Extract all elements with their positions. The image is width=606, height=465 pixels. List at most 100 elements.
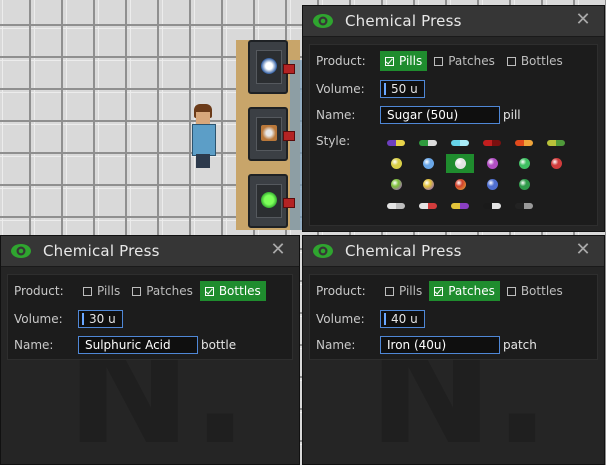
style-swatch-pill-round-green-purple-icon[interactable] — [382, 175, 410, 194]
pill-round-red-icon — [550, 158, 562, 169]
style-swatch-pill-capsule-cyan-icon[interactable] — [446, 133, 474, 152]
close-icon[interactable]: ✕ — [574, 241, 592, 259]
style-swatch-pill-capsule-purple-yellow-icon[interactable] — [382, 133, 410, 152]
style-swatch-pill-capsule-yellow-purple-icon[interactable] — [446, 196, 474, 215]
name-label: Name: — [316, 108, 356, 122]
pipe-connector — [283, 64, 295, 74]
style-swatch-pill-round-white-icon[interactable] — [446, 154, 474, 173]
bottle-press-icon — [261, 192, 277, 208]
style-swatch-pill-round-yellow-icon[interactable] — [382, 154, 410, 173]
product-label: Product: — [316, 54, 366, 68]
product-option-patches[interactable]: Patches — [127, 281, 198, 301]
checkbox-icon — [385, 286, 394, 296]
close-icon[interactable]: ✕ — [574, 11, 592, 29]
style-swatch-pill-capsule-red-orange-icon[interactable] — [510, 133, 538, 152]
volume-row: Volume: 30 u — [14, 309, 123, 329]
product-option-pills[interactable]: Pills — [380, 281, 427, 301]
option-label: Pills — [399, 284, 423, 298]
chem-press-machine-2[interactable] — [248, 107, 295, 161]
style-swatch-pill-capsule-yellow-green-icon[interactable] — [542, 133, 570, 152]
option-label: Patches — [448, 54, 495, 68]
style-swatch-pill-capsule-white-icon[interactable] — [382, 196, 410, 215]
name-row: Name: Sugar (50u) pill — [316, 105, 521, 125]
style-swatch-pill-capsule-red-icon[interactable] — [478, 133, 506, 152]
product-option-pills[interactable]: Pills — [380, 51, 428, 71]
chem-press-machine-3[interactable] — [248, 174, 295, 228]
eye-icon[interactable] — [311, 239, 335, 263]
character-legs — [196, 154, 210, 168]
checkbox-icon — [506, 56, 516, 66]
style-swatch-pill-round-purple-icon[interactable] — [478, 154, 506, 173]
pill-capsule-purple-yellow-icon — [387, 139, 405, 146]
style-swatch-pill-capsule-white-red-icon[interactable] — [414, 196, 442, 215]
settings-panel: Product: Pills Patches Bottles Volume: 5… — [309, 44, 598, 226]
eye-icon[interactable] — [311, 9, 335, 33]
name-row: Name: Sulphuric Acid bottle — [14, 335, 236, 355]
pill-round-blue-dark-icon — [486, 179, 498, 190]
pill-capsule-cyan-icon — [451, 139, 469, 146]
product-row: Product: Pills Patches Bottles — [316, 281, 568, 301]
checkbox-icon — [434, 56, 444, 66]
volume-label: Volume: — [316, 312, 365, 326]
product-option-patches[interactable]: Patches — [429, 51, 500, 71]
name-label: Name: — [14, 338, 54, 352]
name-input[interactable]: Sulphuric Acid — [78, 336, 198, 354]
product-option-bottles[interactable]: Bottles — [502, 281, 568, 301]
style-swatch-pill-round-green-dark-icon[interactable] — [510, 175, 538, 194]
chemical-press-window-bottles: N. Chemical Press ✕ Product: Pills Patch… — [0, 235, 300, 465]
product-option-bottles[interactable]: Bottles — [502, 51, 568, 71]
product-option-pills[interactable]: Pills — [78, 281, 125, 301]
window-titlebar[interactable]: Chemical Press ✕ — [303, 236, 604, 267]
style-swatch-pill-capsule-green-white-icon[interactable] — [414, 133, 442, 152]
option-label: Pills — [399, 54, 423, 68]
pipe-connector — [283, 198, 295, 208]
pill-capsule-white-red-icon — [419, 202, 437, 209]
pill-capsule-black-white-icon — [483, 202, 501, 209]
style-swatch-pill-round-blue-dark-icon[interactable] — [478, 175, 506, 194]
player-character[interactable] — [190, 104, 216, 170]
style-swatch-pill-round-red-icon[interactable] — [542, 154, 570, 173]
name-row: Name: Iron (40u) patch — [316, 335, 537, 355]
pill-capsule-yellow-purple-icon — [451, 202, 469, 209]
pill-round-purple-icon — [486, 158, 498, 169]
pill-round-yellow-purple-icon — [422, 179, 434, 190]
volume-input[interactable]: 50 u — [380, 80, 425, 98]
close-icon[interactable]: ✕ — [269, 241, 287, 259]
eye-icon[interactable] — [9, 239, 33, 263]
pill-capsule-white-icon — [387, 202, 405, 209]
settings-panel: Product: Pills Patches Bottles Volume: 4… — [309, 274, 598, 360]
volume-label: Volume: — [316, 82, 365, 96]
style-swatch-pill-capsule-black-white-icon[interactable] — [478, 196, 506, 215]
style-swatch-pill-capsule-black-gray-icon[interactable] — [510, 196, 538, 215]
style-row: Style: — [316, 131, 380, 151]
product-option-patches[interactable]: Patches — [429, 281, 500, 301]
pill-capsule-red-icon — [483, 139, 501, 146]
option-label: Bottles — [218, 284, 261, 298]
volume-input[interactable]: 30 u — [78, 310, 123, 328]
volume-input[interactable]: 40 u — [380, 310, 425, 328]
chem-press-machine-1[interactable] — [248, 40, 295, 94]
name-suffix: bottle — [201, 338, 237, 352]
name-input[interactable]: Sugar (50u) — [380, 106, 500, 124]
pill-round-white-icon — [454, 158, 466, 169]
style-swatch-pill-round-green-icon[interactable] — [510, 154, 538, 173]
pill-capsule-green-white-icon — [419, 139, 437, 146]
style-swatch-pill-round-red-yellow-icon[interactable] — [446, 175, 474, 194]
name-suffix: pill — [503, 108, 521, 122]
option-label: Bottles — [520, 284, 563, 298]
checkbox-icon — [83, 286, 92, 296]
pill-round-blue-icon — [422, 158, 434, 169]
window-titlebar[interactable]: Chemical Press ✕ — [303, 6, 604, 37]
style-swatch-pill-round-yellow-purple-icon[interactable] — [414, 175, 442, 194]
checkbox-icon — [506, 286, 516, 296]
window-titlebar[interactable]: Chemical Press ✕ — [1, 236, 299, 267]
character-head — [196, 112, 210, 124]
product-option-bottles[interactable]: Bottles — [199, 281, 266, 301]
pipe-connector — [283, 131, 295, 141]
name-input[interactable]: Iron (40u) — [380, 336, 500, 354]
style-swatch-pill-round-blue-icon[interactable] — [414, 154, 442, 173]
checkbox-icon — [434, 286, 444, 296]
volume-label: Volume: — [14, 312, 63, 326]
product-row: Product: Pills Patches Bottles — [316, 51, 568, 71]
window-title: Chemical Press — [43, 242, 160, 260]
